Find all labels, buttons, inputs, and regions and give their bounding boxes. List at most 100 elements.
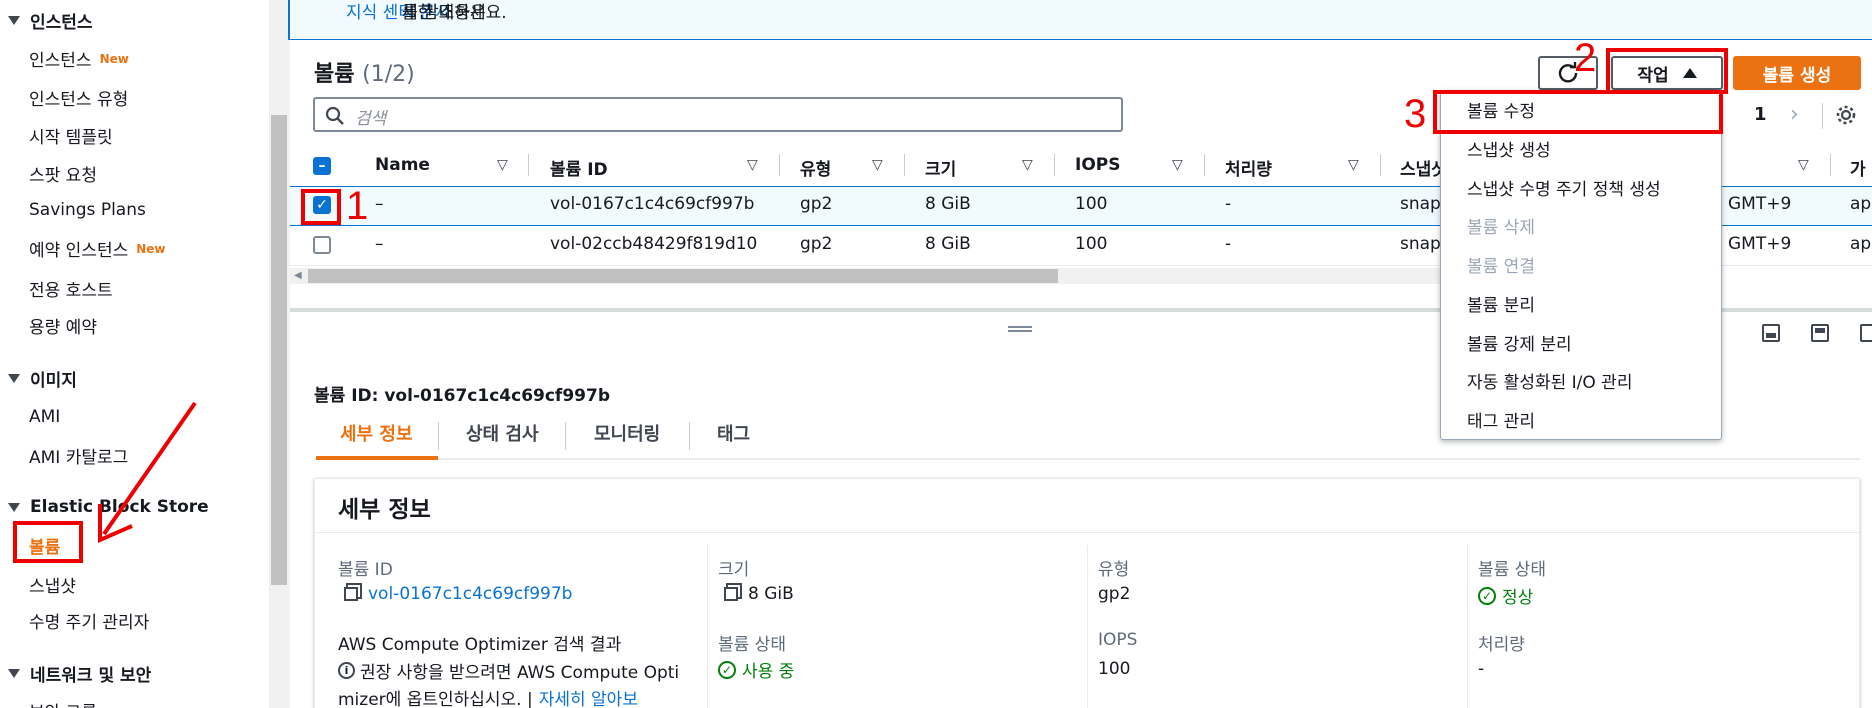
card-title: 세부 정보 xyxy=(338,497,431,523)
menu-item-manage-auto-enabled-io[interactable]: 자동 활성화된 I/O 관리 xyxy=(1467,368,1632,393)
create-volume-button[interactable]: 볼륨 생성 xyxy=(1733,56,1861,90)
volume-id-link[interactable]: vol-0167c1c4c69cf997b xyxy=(550,194,754,214)
layout-bottom-icon[interactable] xyxy=(1762,324,1780,342)
search-input[interactable]: 검색 xyxy=(313,97,1123,132)
status-ok-icon: ✓ xyxy=(1478,586,1496,605)
caret-down-icon xyxy=(8,16,20,25)
sort-icon[interactable]: ▽ xyxy=(1348,157,1359,173)
sidebar-item-dedicated-hosts[interactable]: 전용 호스트 xyxy=(29,276,113,301)
column-separator[interactable] xyxy=(779,154,780,176)
sort-icon[interactable]: ▽ xyxy=(497,157,508,173)
sidebar-item-ami[interactable]: AMI xyxy=(29,407,60,427)
table-scrollbar-thumb[interactable] xyxy=(308,269,1058,283)
tab-details[interactable]: 세부 정보 xyxy=(340,420,413,446)
sidebar-item-reserved-instances[interactable]: 예약 인스턴스 New xyxy=(29,236,166,261)
tab-separator xyxy=(689,422,690,450)
tab-status-checks[interactable]: 상태 검사 xyxy=(466,420,539,446)
column-separator[interactable] xyxy=(1830,154,1831,176)
tab-separator xyxy=(438,422,439,450)
caret-down-icon xyxy=(8,502,20,512)
new-badge: New xyxy=(136,241,166,256)
layout-full-icon[interactable] xyxy=(1860,324,1872,342)
annotation-box-volumes xyxy=(13,521,83,563)
sidebar-item-spot-requests[interactable]: 스팟 요청 xyxy=(29,161,97,186)
tab-monitoring[interactable]: 모니터링 xyxy=(594,420,660,446)
sidebar-item-snapshots[interactable]: 스냅샷 xyxy=(29,572,76,597)
row-checkbox[interactable] xyxy=(313,236,331,254)
column-separator[interactable] xyxy=(1054,154,1055,176)
annotation-box-actions xyxy=(1606,48,1728,94)
copy-icon[interactable] xyxy=(724,587,738,601)
col-header-throughput[interactable]: 처리량 xyxy=(1225,155,1272,180)
col-header-size[interactable]: 크기 xyxy=(925,155,956,180)
annotation-number-2: 2 xyxy=(1574,36,1597,80)
sidebar-item-security-groups[interactable]: 보안 그룹 xyxy=(29,698,97,708)
scroll-left-icon[interactable]: ◀ xyxy=(294,270,302,281)
sort-icon[interactable]: ▽ xyxy=(1022,157,1033,173)
sidebar-scrollbar-thumb[interactable] xyxy=(271,115,287,585)
layout-side-icon[interactable] xyxy=(1811,324,1829,342)
column-divider xyxy=(707,545,708,708)
menu-item-attach-volume: 볼륨 연결 xyxy=(1467,257,1535,277)
sidebar-section-images[interactable]: 이미지 xyxy=(8,366,77,391)
new-badge: New xyxy=(99,51,129,66)
page-number[interactable]: 1 xyxy=(1754,104,1767,125)
sidebar-item-lifecycle-manager[interactable]: 수명 주기 관리자 xyxy=(29,608,149,633)
annotation-box-row-checkbox xyxy=(301,189,341,225)
volume-status: 정상 xyxy=(1502,588,1534,608)
sort-icon[interactable]: ▽ xyxy=(747,157,758,173)
annotation-number-3: 3 xyxy=(1404,92,1427,136)
col-header-name[interactable]: Name xyxy=(375,155,430,175)
page-title: 볼륨 (1/2) xyxy=(314,62,415,87)
in-use-status-icon: ✓ xyxy=(718,660,736,679)
search-placeholder: 검색 xyxy=(355,109,387,129)
details-volume-id-link[interactable]: vol-0167c1c4c69cf997b xyxy=(368,584,572,604)
menu-item-force-detach-volume[interactable]: 볼륨 강제 분리 xyxy=(1467,330,1572,355)
column-separator[interactable] xyxy=(904,154,905,176)
menu-item-create-snapshot[interactable]: 스냅샷 생성 xyxy=(1467,136,1551,161)
column-separator[interactable] xyxy=(1204,154,1205,176)
column-divider xyxy=(1087,545,1088,708)
menu-item-manage-tags[interactable]: 태그 관리 xyxy=(1467,407,1535,432)
caret-down-icon xyxy=(8,669,20,678)
settings-gear-icon[interactable] xyxy=(1835,104,1857,126)
sidebar-item-launch-templates[interactable]: 시작 템플릿 xyxy=(29,123,113,148)
info-banner: 세한 내용은 지식 센터 문서 를 참조하세요. xyxy=(288,0,1872,40)
volume-id-link[interactable]: vol-02ccb48429f819d10 xyxy=(550,234,757,254)
search-icon xyxy=(325,106,344,125)
active-tab-indicator xyxy=(316,456,438,460)
sort-icon[interactable]: ▽ xyxy=(1798,157,1809,173)
menu-item-detach-volume[interactable]: 볼륨 분리 xyxy=(1467,291,1535,316)
annotation-number-1: 1 xyxy=(346,184,369,228)
tab-tags[interactable]: 태그 xyxy=(717,420,750,446)
copy-icon[interactable] xyxy=(344,587,358,601)
card-divider xyxy=(314,532,1860,533)
info-icon: i xyxy=(338,662,355,679)
column-separator[interactable] xyxy=(1380,154,1381,176)
drag-handle-icon[interactable] xyxy=(1008,326,1032,332)
sort-icon[interactable]: ▽ xyxy=(872,157,883,173)
col-header-type[interactable]: 유형 xyxy=(800,155,831,180)
tabs-baseline xyxy=(314,458,1860,460)
tab-separator xyxy=(565,422,566,450)
col-header-iops[interactable]: IOPS xyxy=(1075,155,1120,175)
select-all-checkbox[interactable]: – xyxy=(313,157,331,175)
caret-down-icon xyxy=(8,374,20,383)
sidebar-section-instances[interactable]: 인스턴스 xyxy=(8,8,93,33)
sidebar-item-instance-types[interactable]: 인스턴스 유형 xyxy=(29,85,128,110)
next-page-icon[interactable]: › xyxy=(1790,102,1799,127)
sidebar: 인스턴스 인스턴스 New 인스턴스 유형 시작 템플릿 스팟 요청 Saving… xyxy=(0,0,270,708)
column-separator[interactable] xyxy=(528,154,529,176)
sort-icon[interactable]: ▽ xyxy=(1172,157,1183,173)
col-header-volume-id[interactable]: 볼륨 ID xyxy=(550,155,608,180)
annotation-arrow xyxy=(98,401,197,544)
sidebar-item-capacity-reservations[interactable]: 용량 예약 xyxy=(29,313,97,338)
pager-separator xyxy=(1822,103,1823,129)
sidebar-section-network-security[interactable]: 네트워크 및 보안 xyxy=(8,661,151,686)
selection-count: (1/2) xyxy=(362,62,415,87)
sidebar-item-savings-plans[interactable]: Savings Plans xyxy=(29,200,146,220)
menu-item-create-snapshot-lifecycle-policy[interactable]: 스냅샷 수명 주기 정책 생성 xyxy=(1467,175,1661,200)
col-header-az[interactable]: 가 xyxy=(1850,155,1866,180)
learn-more-link[interactable]: 자세히 알아보 xyxy=(539,685,638,708)
sidebar-item-instances[interactable]: 인스턴스 New xyxy=(29,46,129,71)
